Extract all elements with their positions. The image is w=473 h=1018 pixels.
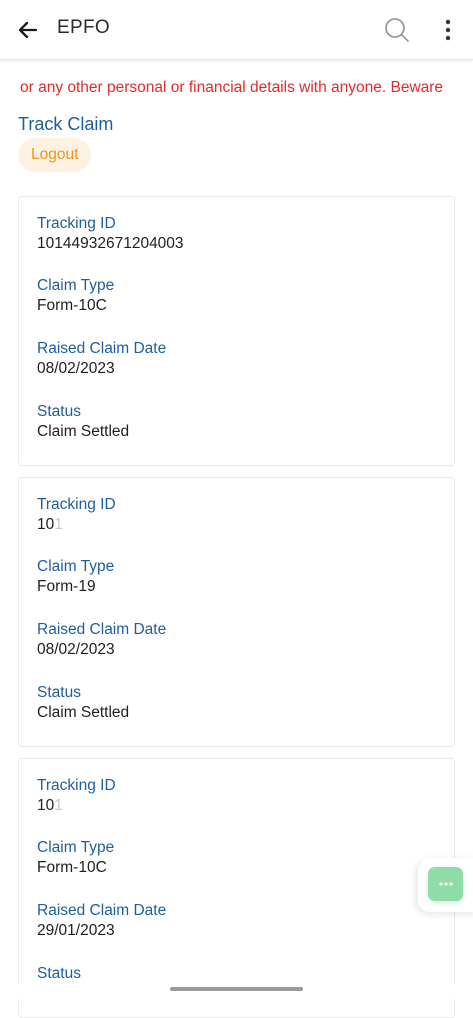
claim-card: Tracking ID 101 Claim Type Form-10C Rais… xyxy=(18,758,455,1018)
claim-card: Tracking ID 101 Claim Type Form-19 Raise… xyxy=(18,477,455,747)
status-value: Claim Settled xyxy=(37,704,130,721)
home-indicator[interactable] xyxy=(170,987,303,991)
claim-card: Tracking ID 10144932671204003 Claim Type… xyxy=(18,196,455,466)
status-label: Status xyxy=(37,403,81,420)
raised-date-value: 29/01/2023 xyxy=(37,922,115,939)
raised-date-label: Raised Claim Date xyxy=(37,902,167,919)
tracking-id-masked: 1 xyxy=(54,516,63,533)
chat-button[interactable] xyxy=(428,867,463,901)
status-label: Status xyxy=(37,684,81,701)
claim-type-label: Claim Type xyxy=(37,277,115,294)
tracking-id-masked: 1 xyxy=(54,797,63,814)
tracking-id-label: Tracking ID xyxy=(37,215,116,232)
raised-date-value: 08/02/2023 xyxy=(37,360,115,377)
app-title: EPFO xyxy=(57,17,110,38)
tracking-id-label: Tracking ID xyxy=(37,496,116,513)
logout-button[interactable]: Logout xyxy=(18,138,92,172)
raised-date-value: 08/02/2023 xyxy=(37,641,115,658)
claim-type-value: Form-19 xyxy=(37,578,96,595)
chat-dots-icon xyxy=(438,882,453,886)
warning-marquee: or any other personal or financial detai… xyxy=(0,76,473,100)
app-bar: EPFO xyxy=(0,0,473,60)
tracking-id-value: 101 xyxy=(37,516,63,534)
arrow-left-icon xyxy=(18,21,38,39)
page-title: Track Claim xyxy=(18,114,114,134)
search-icon xyxy=(385,18,409,42)
claim-type-label: Claim Type xyxy=(37,558,115,575)
tracking-id-value: 10144932671204003 xyxy=(37,235,184,252)
tracking-id-label: Tracking ID xyxy=(37,777,116,794)
claim-type-label: Claim Type xyxy=(37,839,115,856)
claim-type-value: Form-10C xyxy=(37,859,107,876)
tracking-id-visible: 10 xyxy=(37,516,55,533)
raised-date-label: Raised Claim Date xyxy=(37,340,167,357)
more-vertical-icon xyxy=(445,19,451,41)
status-label: Status xyxy=(37,965,81,982)
tracking-id-value: 101 xyxy=(37,797,63,815)
claim-type-value: Form-10C xyxy=(37,297,107,314)
status-value: Claim Settled xyxy=(37,423,130,440)
warning-text: or any other personal or financial detai… xyxy=(20,79,444,96)
back-button[interactable] xyxy=(12,14,44,46)
more-options-button[interactable] xyxy=(434,14,462,46)
raised-date-label: Raised Claim Date xyxy=(37,621,167,638)
tracking-id-visible: 10 xyxy=(37,797,55,814)
search-button[interactable] xyxy=(380,13,414,47)
